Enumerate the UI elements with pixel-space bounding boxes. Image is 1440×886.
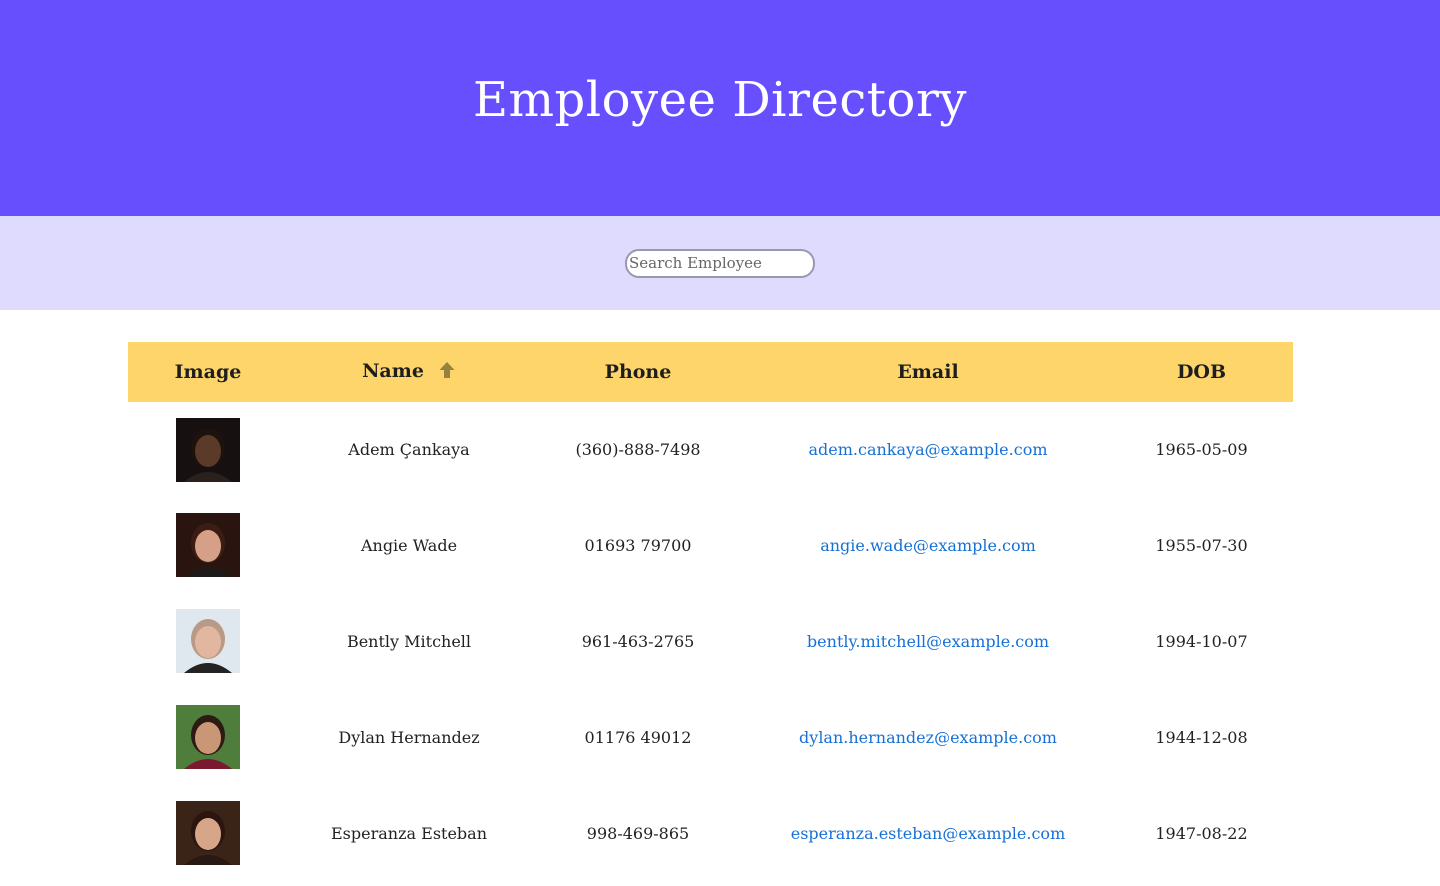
table-body: Adem Çankaya (360)-888-7498 adem.cankaya@e… — [128, 402, 1293, 881]
dob-cell: 1965-05-09 — [1155, 440, 1248, 459]
table-row: Adem Çankaya (360)-888-7498 adem.cankaya@e… — [128, 402, 1293, 497]
avatar — [176, 705, 240, 769]
search-input[interactable] — [625, 248, 815, 278]
table-row: Dylan Hernandez 01176 49012 dylan.hernande… — [128, 689, 1293, 785]
image-cell — [128, 785, 288, 881]
email-link[interactable]: adem.cankaya@example.com — [808, 440, 1047, 459]
column-header-email: Email — [897, 361, 959, 383]
email-cell: bently.mitchell@example.com — [746, 593, 1110, 689]
table-header-row: Image Name Phone Email DOB — [128, 342, 1293, 402]
email-cell: esperanza.esteban@example.com — [746, 785, 1110, 881]
table-header: Image Name Phone Email DOB — [128, 342, 1293, 402]
name-cell: Adem Çankaya — [348, 440, 470, 459]
email-cell: adem.cankaya@example.com — [746, 402, 1110, 497]
table-row: Bently Mitchell 961-463-2765 bently.mitche… — [128, 593, 1293, 689]
column-header-phone: Phone — [604, 361, 672, 383]
name-cell: Bently Mitchell — [346, 631, 472, 651]
email-link[interactable]: angie.wade@example.com — [820, 536, 1036, 555]
column-header-name-label: Name — [362, 360, 424, 383]
page-title: Employee Directory — [472, 72, 968, 128]
image-cell — [128, 497, 288, 593]
phone-cell: 961-463-2765 — [581, 631, 695, 651]
column-header-image: Image — [174, 361, 242, 383]
name-cell: Dylan Hernandez — [338, 727, 480, 747]
employee-table: Image Name Phone Email DOB Adem Çankaya (… — [128, 342, 1293, 881]
email-link[interactable]: dylan.hernandez@example.com — [799, 728, 1057, 747]
table-row: Angie Wade 01693 79700 angie.wade@example.… — [128, 497, 1293, 593]
column-header-dob: DOB — [1176, 361, 1227, 383]
image-cell — [128, 402, 288, 497]
dob-cell: 1947-08-22 — [1155, 823, 1248, 843]
email-link[interactable]: esperanza.esteban@example.com — [791, 824, 1065, 843]
email-link[interactable]: bently.mitchell@example.com — [807, 632, 1049, 651]
arrow-up-icon[interactable] — [438, 361, 456, 384]
email-cell: angie.wade@example.com — [746, 497, 1110, 593]
avatar — [176, 417, 240, 482]
name-cell: Esperanza Esteban — [330, 823, 488, 843]
page-header: Employee Directory — [0, 0, 1440, 216]
phone-cell: (360)-888-7498 — [575, 440, 701, 459]
avatar — [176, 801, 240, 865]
avatar — [176, 513, 240, 577]
search-bar — [0, 216, 1440, 310]
email-cell: dylan.hernandez@example.com — [746, 689, 1110, 785]
dob-cell: 1955-07-30 — [1155, 535, 1248, 555]
dob-cell: 1944-12-08 — [1155, 727, 1248, 747]
employee-table-container: Image Name Phone Email DOB Adem Çankaya (… — [128, 342, 1293, 881]
phone-cell: 01176 49012 — [584, 727, 692, 747]
column-header-name[interactable]: Name — [288, 342, 530, 402]
image-cell — [128, 689, 288, 785]
phone-cell: 01693 79700 — [584, 535, 692, 555]
image-cell — [128, 593, 288, 689]
dob-cell: 1994-10-07 — [1155, 631, 1248, 651]
avatar — [176, 609, 240, 673]
phone-cell: 998-469-865 — [586, 823, 690, 843]
name-cell: Angie Wade — [360, 535, 458, 555]
table-row: Esperanza Esteban 998-469-865 esperanza.es… — [128, 785, 1293, 881]
